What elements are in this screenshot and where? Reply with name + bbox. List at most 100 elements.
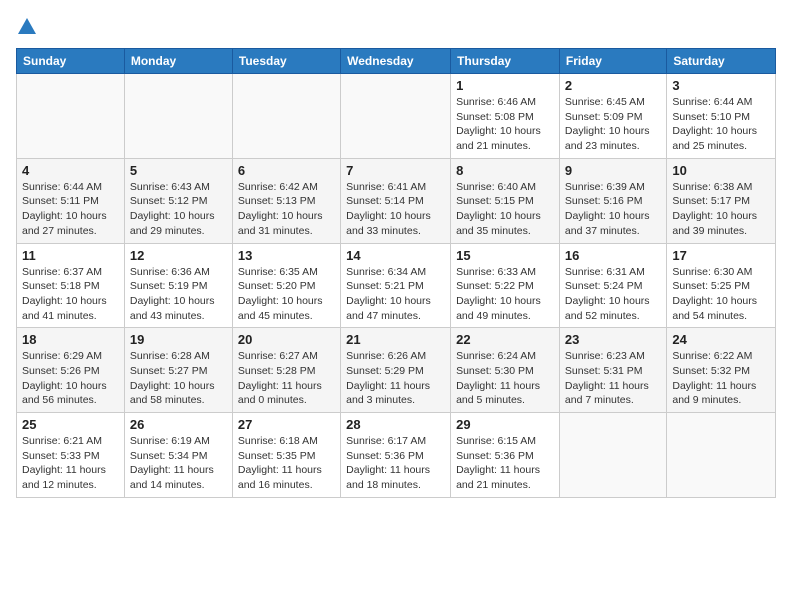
day-number: 26 — [130, 417, 227, 432]
day-info: Sunrise: 6:38 AM — [672, 180, 770, 195]
day-info: Sunset: 5:22 PM — [456, 279, 554, 294]
calendar-day-cell: 12Sunrise: 6:36 AMSunset: 5:19 PMDayligh… — [124, 243, 232, 328]
day-number: 23 — [565, 332, 661, 347]
day-info: Daylight: 11 hours and 12 minutes. — [22, 463, 119, 492]
day-info: Sunrise: 6:28 AM — [130, 349, 227, 364]
day-info: Sunset: 5:19 PM — [130, 279, 227, 294]
day-info: Sunrise: 6:23 AM — [565, 349, 661, 364]
calendar-day-cell — [124, 74, 232, 159]
day-info: Sunrise: 6:18 AM — [238, 434, 335, 449]
day-info: Sunrise: 6:26 AM — [346, 349, 445, 364]
calendar-header-row: SundayMondayTuesdayWednesdayThursdayFrid… — [17, 49, 776, 74]
day-info: Sunrise: 6:31 AM — [565, 265, 661, 280]
calendar-day-cell: 6Sunrise: 6:42 AMSunset: 5:13 PMDaylight… — [232, 158, 340, 243]
day-info: Daylight: 10 hours and 56 minutes. — [22, 379, 119, 408]
logo-icon — [16, 16, 38, 38]
day-info: Sunrise: 6:40 AM — [456, 180, 554, 195]
day-info: Sunset: 5:11 PM — [22, 194, 119, 209]
calendar-day-cell: 10Sunrise: 6:38 AMSunset: 5:17 PMDayligh… — [667, 158, 776, 243]
day-info: Sunrise: 6:43 AM — [130, 180, 227, 195]
weekday-header: Saturday — [667, 49, 776, 74]
day-info: Daylight: 11 hours and 18 minutes. — [346, 463, 445, 492]
day-number: 20 — [238, 332, 335, 347]
day-info: Sunrise: 6:19 AM — [130, 434, 227, 449]
calendar-day-cell — [17, 74, 125, 159]
weekday-header: Monday — [124, 49, 232, 74]
day-number: 5 — [130, 163, 227, 178]
day-number: 15 — [456, 248, 554, 263]
weekday-header: Wednesday — [341, 49, 451, 74]
calendar-day-cell: 14 Sunrise: 6:34 AMSunset: 5:21 PMDayligh… — [341, 243, 451, 328]
day-number: 1 — [456, 78, 554, 93]
calendar-week-row: 11Sunrise: 6:37 AMSunset: 5:18 PMDayligh… — [17, 243, 776, 328]
day-info: Daylight: 10 hours and 41 minutes. — [22, 294, 119, 323]
day-info: Sunrise: 6:37 AM — [22, 265, 119, 280]
day-number: 29 — [456, 417, 554, 432]
day-info: Sunset: 5:21 PM — [346, 279, 445, 294]
day-number: 2 — [565, 78, 661, 93]
calendar-week-row: 4Sunrise: 6:44 AMSunset: 5:11 PMDaylight… — [17, 158, 776, 243]
day-info: Daylight: 10 hours and 47 minutes. — [346, 294, 445, 323]
day-number: 21 — [346, 332, 445, 347]
calendar-table: SundayMondayTuesdayWednesdayThursdayFrid… — [16, 48, 776, 498]
day-info: Sunrise: 6:41 AM — [346, 180, 445, 195]
day-info: Sunrise: 6:45 AM — [565, 95, 661, 110]
day-info: Daylight: 10 hours and 31 minutes. — [238, 209, 335, 238]
day-info: Sunrise: 6:15 AM — [456, 434, 554, 449]
day-info: Sunrise: 6:36 AM — [130, 265, 227, 280]
calendar-day-cell: 16Sunrise: 6:31 AMSunset: 5:24 PMDayligh… — [559, 243, 666, 328]
day-info: Sunset: 5:28 PM — [238, 364, 335, 379]
day-info: Daylight: 11 hours and 7 minutes. — [565, 379, 661, 408]
day-number: 25 — [22, 417, 119, 432]
day-info: Daylight: 11 hours and 9 minutes. — [672, 379, 770, 408]
calendar-day-cell: 1 Sunrise: 6:46 AMSunset: 5:08 PMDaylight… — [451, 74, 560, 159]
calendar-day-cell: 22Sunrise: 6:24 AMSunset: 5:30 PMDayligh… — [451, 328, 560, 413]
day-info: Daylight: 10 hours and 29 minutes. — [130, 209, 227, 238]
day-info: Sunset: 5:24 PM — [565, 279, 661, 294]
day-number: 13 — [238, 248, 335, 263]
calendar-day-cell: 28Sunrise: 6:17 AMSunset: 5:36 PMDayligh… — [341, 413, 451, 498]
day-info: Sunset: 5:27 PM — [130, 364, 227, 379]
day-number: 27 — [238, 417, 335, 432]
day-info: Daylight: 10 hours and 33 minutes. — [346, 209, 445, 238]
weekday-header: Sunday — [17, 49, 125, 74]
day-number: 18 — [22, 332, 119, 347]
calendar-day-cell: 5Sunrise: 6:43 AMSunset: 5:12 PMDaylight… — [124, 158, 232, 243]
day-info: Sunset: 5:14 PM — [346, 194, 445, 209]
calendar-day-cell: 17Sunrise: 6:30 AMSunset: 5:25 PMDayligh… — [667, 243, 776, 328]
calendar-day-cell: 25Sunrise: 6:21 AMSunset: 5:33 PMDayligh… — [17, 413, 125, 498]
day-info: Sunrise: 6:17 AM — [346, 434, 445, 449]
calendar-day-cell: 27Sunrise: 6:18 AMSunset: 5:35 PMDayligh… — [232, 413, 340, 498]
day-number: 14 — [346, 248, 445, 263]
day-info: Daylight: 11 hours and 0 minutes. — [238, 379, 335, 408]
day-info: Daylight: 11 hours and 14 minutes. — [130, 463, 227, 492]
day-info: Sunset: 5:17 PM — [672, 194, 770, 209]
day-number: 24 — [672, 332, 770, 347]
day-info: Sunrise: 6:44 AM — [22, 180, 119, 195]
day-info: Sunset: 5:08 PM — [456, 110, 554, 125]
day-info: Sunrise: 6:44 AM — [672, 95, 770, 110]
day-info: Daylight: 10 hours and 54 minutes. — [672, 294, 770, 323]
weekday-header: Friday — [559, 49, 666, 74]
day-info: Daylight: 10 hours and 37 minutes. — [565, 209, 661, 238]
day-info: Sunrise: 6:34 AM — [346, 265, 445, 280]
day-info: Daylight: 10 hours and 25 minutes. — [672, 124, 770, 153]
calendar-day-cell: 9Sunrise: 6:39 AMSunset: 5:16 PMDaylight… — [559, 158, 666, 243]
day-info: Daylight: 10 hours and 21 minutes. — [456, 124, 554, 153]
day-info: Daylight: 10 hours and 27 minutes. — [22, 209, 119, 238]
day-info: Sunrise: 6:29 AM — [22, 349, 119, 364]
day-info: Sunrise: 6:42 AM — [238, 180, 335, 195]
day-info: Sunset: 5:31 PM — [565, 364, 661, 379]
day-info: Sunset: 5:09 PM — [565, 110, 661, 125]
calendar-day-cell: 23 Sunrise: 6:23 AMSunset: 5:31 PMDayligh… — [559, 328, 666, 413]
calendar-day-cell: 29Sunrise: 6:15 AMSunset: 5:36 PMDayligh… — [451, 413, 560, 498]
calendar-day-cell — [559, 413, 666, 498]
day-info: Daylight: 11 hours and 3 minutes. — [346, 379, 445, 408]
calendar-day-cell: 2Sunrise: 6:45 AMSunset: 5:09 PMDaylight… — [559, 74, 666, 159]
day-info: Sunrise: 6:35 AM — [238, 265, 335, 280]
day-info: Sunrise: 6:46 AM — [456, 95, 554, 110]
day-number: 28 — [346, 417, 445, 432]
day-info: Daylight: 10 hours and 35 minutes. — [456, 209, 554, 238]
day-info: Sunset: 5:36 PM — [456, 449, 554, 464]
header — [16, 16, 776, 38]
